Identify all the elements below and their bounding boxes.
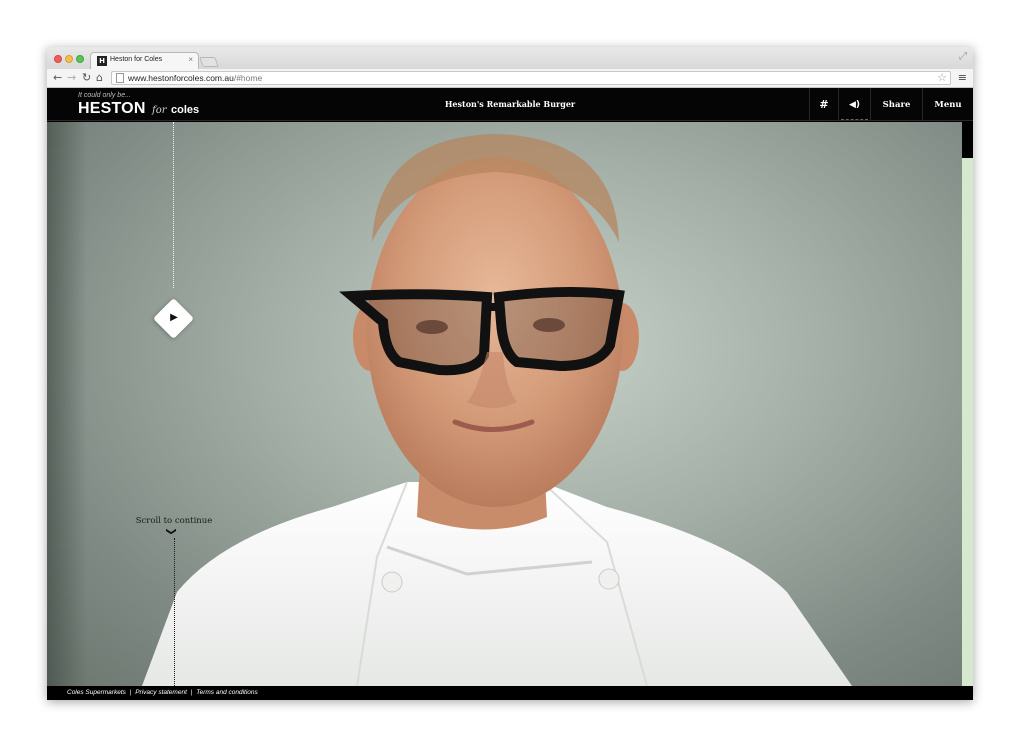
menu-icon[interactable]: ≡ (958, 71, 967, 84)
browser-tab[interactable]: H Heston for Coles × (90, 52, 199, 69)
tab-title: Heston for Coles (110, 56, 163, 63)
chef-portrait-image (142, 134, 852, 686)
share-button[interactable]: Share (870, 88, 922, 121)
scroll-hint: Scroll to continue (135, 516, 213, 526)
hash-button[interactable]: # (809, 88, 838, 121)
star-icon[interactable]: ☆ (937, 71, 947, 84)
coat-button (598, 568, 620, 590)
minimize-window-button[interactable] (65, 55, 73, 63)
site-header: It could only be... HESTON for coles Hes… (47, 88, 973, 121)
sound-button[interactable]: ◀) (838, 88, 870, 121)
coat-button (381, 571, 403, 593)
play-icon[interactable]: ▶ (168, 309, 180, 327)
footer-separator: | (129, 689, 132, 696)
url-text: www.hestonforcoles.com.au/#home (128, 73, 262, 83)
scroll-thumb[interactable] (962, 122, 973, 158)
zoom-window-button[interactable] (76, 55, 84, 63)
tagline: It could only be... (78, 92, 131, 99)
favicon-icon: H (97, 56, 107, 66)
browser-toolbar: ← → ↻ ⌂ www.hestonforcoles.com.au/#home … (47, 69, 973, 88)
speaker-icon: ◀) (848, 99, 861, 110)
url-path: /#home (233, 73, 263, 83)
tab-close-icon[interactable]: × (188, 55, 193, 64)
dotted-line-bottom (174, 538, 175, 686)
url-host: www.hestonforcoles.com.au (128, 73, 234, 83)
forward-icon[interactable]: → (67, 71, 76, 84)
footer-link-coles[interactable]: Coles Supermarkets (67, 689, 126, 696)
footer-separator: | (190, 689, 193, 696)
page-icon (116, 73, 124, 83)
footer-links: Coles Supermarkets | Privacy statement |… (67, 689, 260, 696)
dotted-line-top (173, 122, 174, 288)
browser-window: H Heston for Coles × ⤢ ← → ↻ ⌂ www.hesto… (47, 47, 973, 700)
reload-icon[interactable]: ↻ (82, 71, 91, 84)
home-icon[interactable]: ⌂ (96, 71, 103, 84)
menu-button[interactable]: Menu (922, 88, 973, 121)
site-footer: Coles Supermarkets | Privacy statement |… (47, 686, 973, 700)
footer-link-terms[interactable]: Terms and conditions (196, 689, 258, 696)
address-bar[interactable]: www.hestonforcoles.com.au/#home ☆ (111, 71, 951, 85)
website: It could only be... HESTON for coles Hes… (47, 88, 973, 700)
back-icon[interactable]: ← (53, 71, 62, 84)
resize-icon[interactable]: ⤢ (959, 51, 967, 62)
chevron-down-icon[interactable]: ❯ (166, 527, 177, 535)
hero-section: ▶ Scroll to continue ❯ (47, 122, 962, 686)
close-window-button[interactable] (54, 55, 62, 63)
scroll-rail[interactable] (962, 122, 973, 686)
tab-strip: H Heston for Coles × ⤢ (47, 47, 973, 69)
new-tab-button[interactable] (199, 57, 219, 67)
footer-link-privacy[interactable]: Privacy statement (135, 689, 187, 696)
